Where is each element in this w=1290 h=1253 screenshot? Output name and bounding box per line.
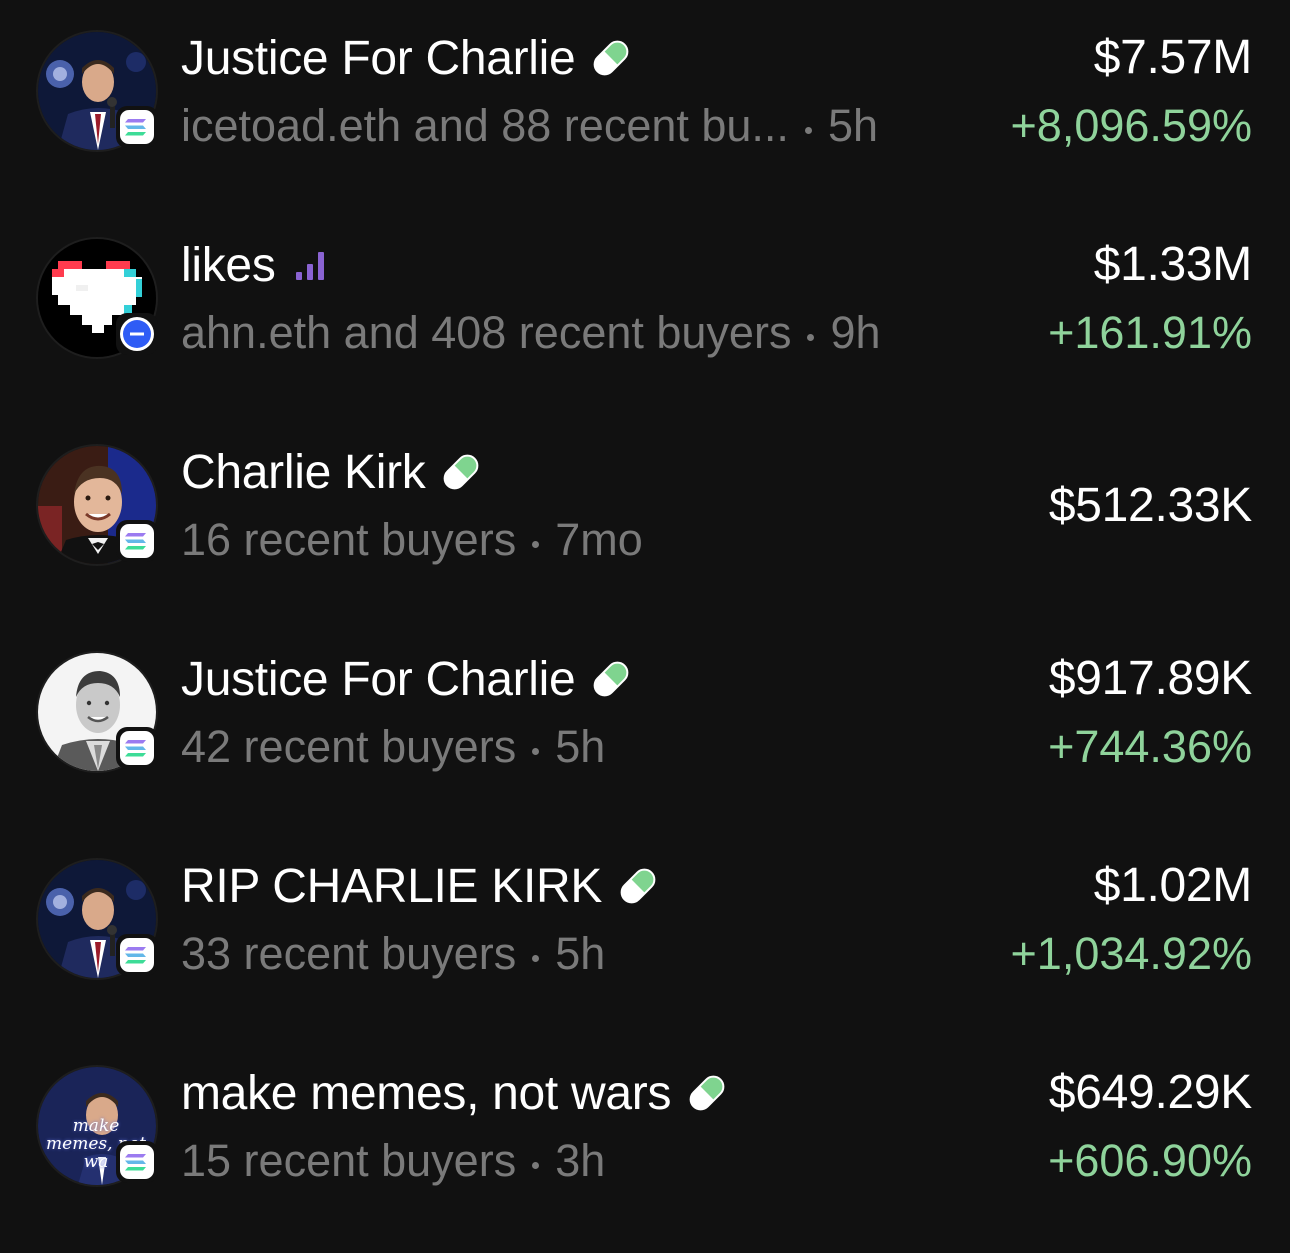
token-age: 9h — [830, 307, 881, 358]
pill-icon — [439, 450, 483, 494]
chain-badge — [116, 727, 158, 769]
token-list: Justice For Charlie icetoad.eth and 88 r… — [0, 0, 1290, 1253]
token-name: Charlie Kirk — [181, 445, 426, 499]
separator-dot — [807, 333, 815, 341]
market-cap: $1.33M — [1093, 238, 1253, 291]
solana-icon — [120, 731, 154, 765]
solana-icon — [120, 938, 154, 972]
separator-dot — [532, 1161, 540, 1169]
token-row[interactable]: Charlie Kirk 16 recent buyers 7mo $512.3… — [0, 430, 1290, 590]
token-name: RIP CHARLIE KIRK — [181, 859, 603, 913]
market-cap: $7.57M — [1093, 31, 1253, 84]
token-name: Justice For Charlie — [181, 652, 576, 706]
token-name: make memes, not wars — [181, 1066, 672, 1120]
pill-icon — [685, 1071, 729, 1115]
token-age: 7mo — [555, 514, 643, 565]
market-cap: $512.33K — [1048, 479, 1252, 532]
chain-badge — [116, 934, 158, 976]
recent-buyers: 33 recent buyers — [181, 928, 517, 979]
recent-buyers: 16 recent buyers — [181, 514, 517, 565]
market-cap: $649.29K — [1048, 1066, 1252, 1119]
price-change: +161.91% — [1048, 307, 1252, 358]
pill-icon — [589, 36, 633, 80]
token-row[interactable]: make memes, not wa make memes, not wars … — [0, 1051, 1290, 1211]
token-avatar — [36, 30, 158, 152]
separator-dot — [532, 954, 540, 962]
separator-dot — [532, 747, 540, 755]
solana-icon — [120, 1145, 154, 1179]
market-cap: $917.89K — [1048, 652, 1252, 705]
chain-badge — [116, 106, 158, 148]
separator-dot — [804, 126, 812, 134]
token-avatar — [36, 651, 158, 773]
token-row[interactable]: RIP CHARLIE KIRK 33 recent buyers 5h $1.… — [0, 844, 1290, 1004]
token-avatar: make memes, not wa — [36, 1065, 158, 1187]
separator-dot — [532, 540, 540, 548]
recent-buyers: icetoad.eth and 88 recent bu... — [181, 100, 789, 151]
token-row[interactable]: Justice For Charlie 42 recent buyers 5h … — [0, 637, 1290, 797]
market-cap: $1.02M — [1093, 859, 1253, 912]
price-change: +744.36% — [1048, 721, 1252, 772]
token-age: 5h — [827, 100, 879, 151]
token-age: 3h — [555, 1135, 606, 1186]
solana-icon — [120, 524, 154, 558]
pill-icon — [616, 864, 660, 908]
token-row[interactable]: likes ahn.eth and 408 recent buyers 9h $… — [0, 223, 1290, 383]
signal-bars-icon — [295, 252, 324, 280]
token-age: 5h — [555, 721, 606, 772]
token-name: likes — [181, 238, 276, 292]
token-avatar — [36, 858, 158, 980]
solana-icon — [120, 110, 154, 144]
token-avatar — [36, 444, 158, 566]
chain-badge — [116, 520, 158, 562]
recent-buyers: 42 recent buyers — [181, 721, 517, 772]
recent-buyers: ahn.eth and 408 recent buyers — [181, 307, 792, 358]
token-age: 5h — [555, 928, 606, 979]
chain-badge — [116, 1141, 158, 1183]
recent-buyers: 15 recent buyers — [181, 1135, 517, 1186]
pill-icon — [589, 657, 633, 701]
token-row[interactable]: Justice For Charlie icetoad.eth and 88 r… — [0, 16, 1290, 176]
price-change: +606.90% — [1048, 1135, 1252, 1186]
token-name: Justice For Charlie — [181, 31, 576, 85]
chain-badge — [116, 313, 158, 355]
base-icon — [123, 320, 151, 348]
price-change: +8,096.59% — [1010, 100, 1252, 151]
price-change: +1,034.92% — [1010, 928, 1252, 979]
token-avatar — [36, 237, 158, 359]
